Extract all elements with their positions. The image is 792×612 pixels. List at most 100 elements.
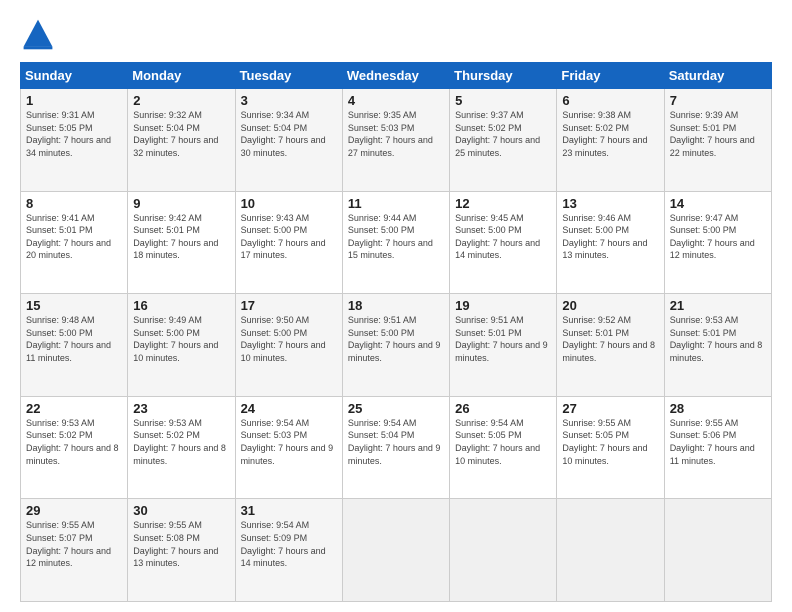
calendar-cell: 28Sunrise: 9:55 AM Sunset: 5:06 PM Dayli… <box>664 396 771 499</box>
calendar-cell: 17Sunrise: 9:50 AM Sunset: 5:00 PM Dayli… <box>235 294 342 397</box>
logo <box>20 16 60 52</box>
cell-info: Sunrise: 9:44 AM Sunset: 5:00 PM Dayligh… <box>348 212 444 262</box>
calendar-week-5: 29Sunrise: 9:55 AM Sunset: 5:07 PM Dayli… <box>21 499 772 602</box>
cell-info: Sunrise: 9:54 AM Sunset: 5:05 PM Dayligh… <box>455 417 551 467</box>
cell-info: Sunrise: 9:54 AM Sunset: 5:03 PM Dayligh… <box>241 417 337 467</box>
day-number: 8 <box>26 196 122 211</box>
calendar-week-3: 15Sunrise: 9:48 AM Sunset: 5:00 PM Dayli… <box>21 294 772 397</box>
calendar-cell <box>557 499 664 602</box>
cell-info: Sunrise: 9:55 AM Sunset: 5:08 PM Dayligh… <box>133 519 229 569</box>
calendar-cell: 30Sunrise: 9:55 AM Sunset: 5:08 PM Dayli… <box>128 499 235 602</box>
day-number: 28 <box>670 401 766 416</box>
cell-info: Sunrise: 9:41 AM Sunset: 5:01 PM Dayligh… <box>26 212 122 262</box>
day-header-tuesday: Tuesday <box>235 63 342 89</box>
day-number: 13 <box>562 196 658 211</box>
calendar-cell: 1Sunrise: 9:31 AM Sunset: 5:05 PM Daylig… <box>21 89 128 192</box>
calendar-cell: 26Sunrise: 9:54 AM Sunset: 5:05 PM Dayli… <box>450 396 557 499</box>
calendar-week-1: 1Sunrise: 9:31 AM Sunset: 5:05 PM Daylig… <box>21 89 772 192</box>
day-number: 24 <box>241 401 337 416</box>
calendar-cell: 20Sunrise: 9:52 AM Sunset: 5:01 PM Dayli… <box>557 294 664 397</box>
day-header-monday: Monday <box>128 63 235 89</box>
day-number: 21 <box>670 298 766 313</box>
calendar-cell: 24Sunrise: 9:54 AM Sunset: 5:03 PM Dayli… <box>235 396 342 499</box>
cell-info: Sunrise: 9:51 AM Sunset: 5:01 PM Dayligh… <box>455 314 551 364</box>
cell-info: Sunrise: 9:39 AM Sunset: 5:01 PM Dayligh… <box>670 109 766 159</box>
day-header-sunday: Sunday <box>21 63 128 89</box>
day-number: 10 <box>241 196 337 211</box>
calendar-cell: 18Sunrise: 9:51 AM Sunset: 5:00 PM Dayli… <box>342 294 449 397</box>
cell-info: Sunrise: 9:35 AM Sunset: 5:03 PM Dayligh… <box>348 109 444 159</box>
cell-info: Sunrise: 9:52 AM Sunset: 5:01 PM Dayligh… <box>562 314 658 364</box>
page: SundayMondayTuesdayWednesdayThursdayFrid… <box>0 0 792 612</box>
day-number: 5 <box>455 93 551 108</box>
cell-info: Sunrise: 9:37 AM Sunset: 5:02 PM Dayligh… <box>455 109 551 159</box>
day-number: 29 <box>26 503 122 518</box>
calendar-cell: 7Sunrise: 9:39 AM Sunset: 5:01 PM Daylig… <box>664 89 771 192</box>
day-header-friday: Friday <box>557 63 664 89</box>
day-number: 27 <box>562 401 658 416</box>
calendar-cell: 29Sunrise: 9:55 AM Sunset: 5:07 PM Dayli… <box>21 499 128 602</box>
cell-info: Sunrise: 9:55 AM Sunset: 5:07 PM Dayligh… <box>26 519 122 569</box>
cell-info: Sunrise: 9:32 AM Sunset: 5:04 PM Dayligh… <box>133 109 229 159</box>
day-number: 11 <box>348 196 444 211</box>
day-number: 6 <box>562 93 658 108</box>
day-number: 4 <box>348 93 444 108</box>
day-number: 14 <box>670 196 766 211</box>
calendar-cell: 19Sunrise: 9:51 AM Sunset: 5:01 PM Dayli… <box>450 294 557 397</box>
calendar-cell: 4Sunrise: 9:35 AM Sunset: 5:03 PM Daylig… <box>342 89 449 192</box>
day-number: 2 <box>133 93 229 108</box>
cell-info: Sunrise: 9:49 AM Sunset: 5:00 PM Dayligh… <box>133 314 229 364</box>
cell-info: Sunrise: 9:43 AM Sunset: 5:00 PM Dayligh… <box>241 212 337 262</box>
calendar-cell: 10Sunrise: 9:43 AM Sunset: 5:00 PM Dayli… <box>235 191 342 294</box>
day-number: 12 <box>455 196 551 211</box>
cell-info: Sunrise: 9:42 AM Sunset: 5:01 PM Dayligh… <box>133 212 229 262</box>
header <box>20 16 772 52</box>
calendar-cell <box>664 499 771 602</box>
cell-info: Sunrise: 9:45 AM Sunset: 5:00 PM Dayligh… <box>455 212 551 262</box>
day-number: 18 <box>348 298 444 313</box>
calendar-cell: 2Sunrise: 9:32 AM Sunset: 5:04 PM Daylig… <box>128 89 235 192</box>
cell-info: Sunrise: 9:53 AM Sunset: 5:02 PM Dayligh… <box>26 417 122 467</box>
cell-info: Sunrise: 9:53 AM Sunset: 5:02 PM Dayligh… <box>133 417 229 467</box>
day-number: 16 <box>133 298 229 313</box>
day-number: 20 <box>562 298 658 313</box>
calendar-cell: 27Sunrise: 9:55 AM Sunset: 5:05 PM Dayli… <box>557 396 664 499</box>
calendar-cell: 14Sunrise: 9:47 AM Sunset: 5:00 PM Dayli… <box>664 191 771 294</box>
day-number: 26 <box>455 401 551 416</box>
calendar-cell: 15Sunrise: 9:48 AM Sunset: 5:00 PM Dayli… <box>21 294 128 397</box>
day-number: 19 <box>455 298 551 313</box>
calendar-cell: 11Sunrise: 9:44 AM Sunset: 5:00 PM Dayli… <box>342 191 449 294</box>
calendar-cell: 12Sunrise: 9:45 AM Sunset: 5:00 PM Dayli… <box>450 191 557 294</box>
day-number: 23 <box>133 401 229 416</box>
day-header-saturday: Saturday <box>664 63 771 89</box>
calendar-cell: 8Sunrise: 9:41 AM Sunset: 5:01 PM Daylig… <box>21 191 128 294</box>
calendar-cell <box>342 499 449 602</box>
cell-info: Sunrise: 9:51 AM Sunset: 5:00 PM Dayligh… <box>348 314 444 364</box>
cell-info: Sunrise: 9:54 AM Sunset: 5:09 PM Dayligh… <box>241 519 337 569</box>
calendar-cell: 3Sunrise: 9:34 AM Sunset: 5:04 PM Daylig… <box>235 89 342 192</box>
cell-info: Sunrise: 9:38 AM Sunset: 5:02 PM Dayligh… <box>562 109 658 159</box>
cell-info: Sunrise: 9:55 AM Sunset: 5:06 PM Dayligh… <box>670 417 766 467</box>
calendar-week-4: 22Sunrise: 9:53 AM Sunset: 5:02 PM Dayli… <box>21 396 772 499</box>
calendar-header-row: SundayMondayTuesdayWednesdayThursdayFrid… <box>21 63 772 89</box>
cell-info: Sunrise: 9:48 AM Sunset: 5:00 PM Dayligh… <box>26 314 122 364</box>
calendar-week-2: 8Sunrise: 9:41 AM Sunset: 5:01 PM Daylig… <box>21 191 772 294</box>
day-number: 30 <box>133 503 229 518</box>
calendar-cell: 6Sunrise: 9:38 AM Sunset: 5:02 PM Daylig… <box>557 89 664 192</box>
day-number: 25 <box>348 401 444 416</box>
day-number: 9 <box>133 196 229 211</box>
day-number: 22 <box>26 401 122 416</box>
calendar-cell: 16Sunrise: 9:49 AM Sunset: 5:00 PM Dayli… <box>128 294 235 397</box>
calendar-cell: 21Sunrise: 9:53 AM Sunset: 5:01 PM Dayli… <box>664 294 771 397</box>
day-number: 3 <box>241 93 337 108</box>
day-number: 1 <box>26 93 122 108</box>
day-number: 17 <box>241 298 337 313</box>
logo-icon <box>20 16 56 52</box>
cell-info: Sunrise: 9:53 AM Sunset: 5:01 PM Dayligh… <box>670 314 766 364</box>
day-number: 31 <box>241 503 337 518</box>
cell-info: Sunrise: 9:50 AM Sunset: 5:00 PM Dayligh… <box>241 314 337 364</box>
calendar-cell: 13Sunrise: 9:46 AM Sunset: 5:00 PM Dayli… <box>557 191 664 294</box>
cell-info: Sunrise: 9:54 AM Sunset: 5:04 PM Dayligh… <box>348 417 444 467</box>
calendar-cell: 5Sunrise: 9:37 AM Sunset: 5:02 PM Daylig… <box>450 89 557 192</box>
cell-info: Sunrise: 9:46 AM Sunset: 5:00 PM Dayligh… <box>562 212 658 262</box>
